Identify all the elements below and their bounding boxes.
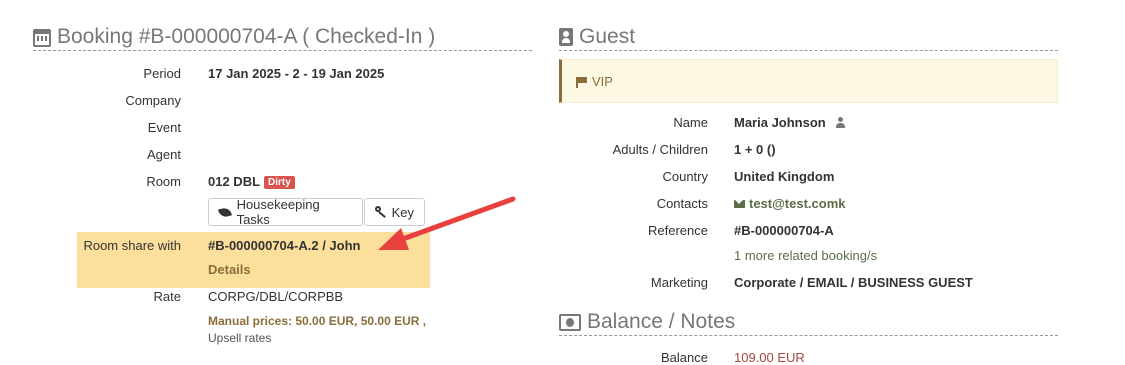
annotation-arrow-icon (378, 196, 516, 250)
